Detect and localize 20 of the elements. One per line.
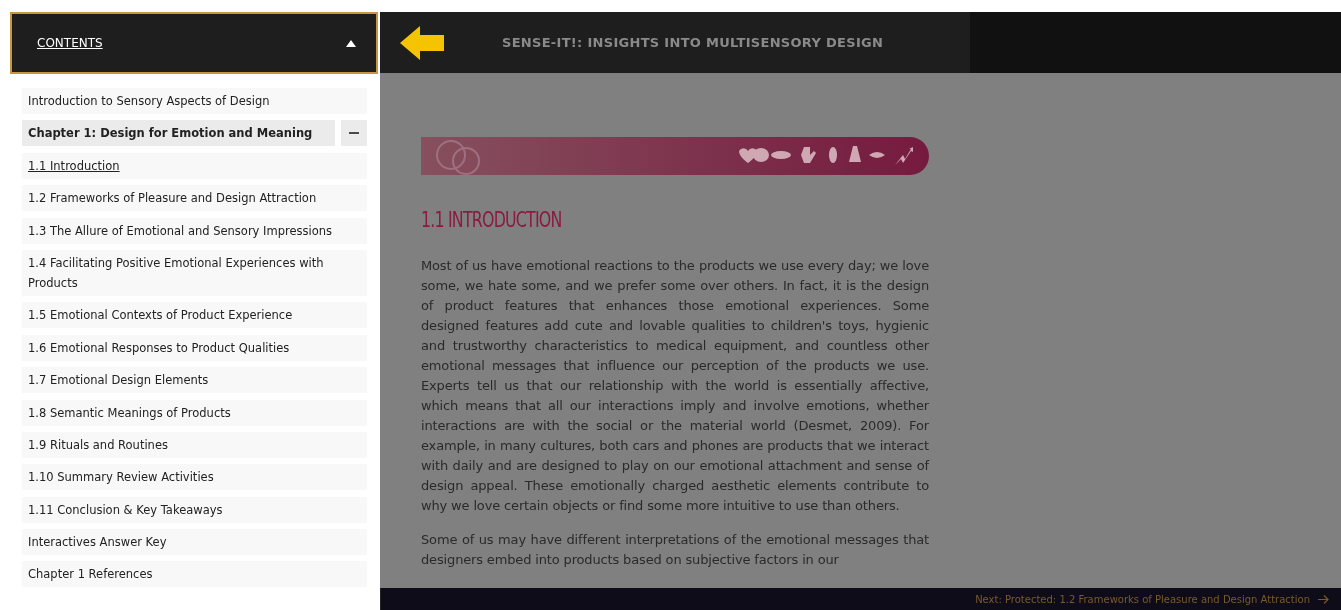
toc-item[interactable]: 1.11 Conclusion & Key Takeaways bbox=[22, 496, 367, 523]
chapter-item[interactable]: Chapter 1: Design for Emotion and Meaning bbox=[22, 120, 335, 147]
toc-item[interactable]: 1.10 Summary Review Activities bbox=[22, 464, 367, 491]
toc-item[interactable]: Interactives Answer Key bbox=[22, 529, 367, 556]
paragraph: Most of us have emotional reactions to the products we use every day; we love some, we hate some, and we prefer some over others. In fact, it is the design of product features that enhances those emotional experiences. Some designed features add cute and lovable qualities to children's toys, hygienic and trustworthy characteristics to medical equipment, and countless other emotional messages that influence our perception of the products we use. Experts tell us that our relationship with the world is essentially affective, which means that all our interactions imply and involve emotions, whether interactions are with the social or the material world (Desmet, 2009). For example, in many cultures, both cars and phones are products that we interact with daily and are designed to play on our emotional attachment and sense of design appeal. These emotionally charged aesthetic elements contribute to why we love certain objects or find some more intuitive to use than others. bbox=[421, 257, 929, 515]
section-heading: 1.1 INTRODUCTION bbox=[421, 207, 563, 232]
toc-item[interactable]: 1.3 The Allure of Emotional and Sensory Impressions bbox=[22, 217, 367, 244]
contents-toggle[interactable]: CONTENTS bbox=[10, 12, 378, 74]
toc-item[interactable]: 1.2 Frameworks of Pleasure and Design Attraction bbox=[22, 185, 367, 212]
book-title: SENSE-IT!: INSIGHTS INTO MULTISENSORY DESIGN bbox=[502, 35, 884, 50]
paragraph: Some of us may have different interpretations of the emotional messages that designers embed into products based on subjective factors in our bbox=[421, 531, 929, 569]
toc-item[interactable]: 1.4 Facilitating Positive Emotional Experiences with Products bbox=[22, 249, 367, 296]
toc-item[interactable]: Chapter 1 References bbox=[22, 561, 367, 588]
toc-item[interactable]: 1.7 Emotional Design Elements bbox=[22, 367, 367, 394]
toc-item[interactable]: 1.1 Introduction bbox=[22, 152, 367, 179]
toc-item[interactable]: 1.6 Emotional Responses to Product Qualities bbox=[22, 334, 367, 361]
toc-item[interactable]: 1.8 Semantic Meanings of Products bbox=[22, 399, 367, 426]
toc-item[interactable]: 1.5 Emotional Contexts of Product Experience bbox=[22, 302, 367, 329]
toc-item[interactable]: Introduction to Sensory Aspects of Design bbox=[22, 88, 367, 114]
toc-item[interactable]: 1.9 Rituals and Routines bbox=[22, 431, 367, 458]
